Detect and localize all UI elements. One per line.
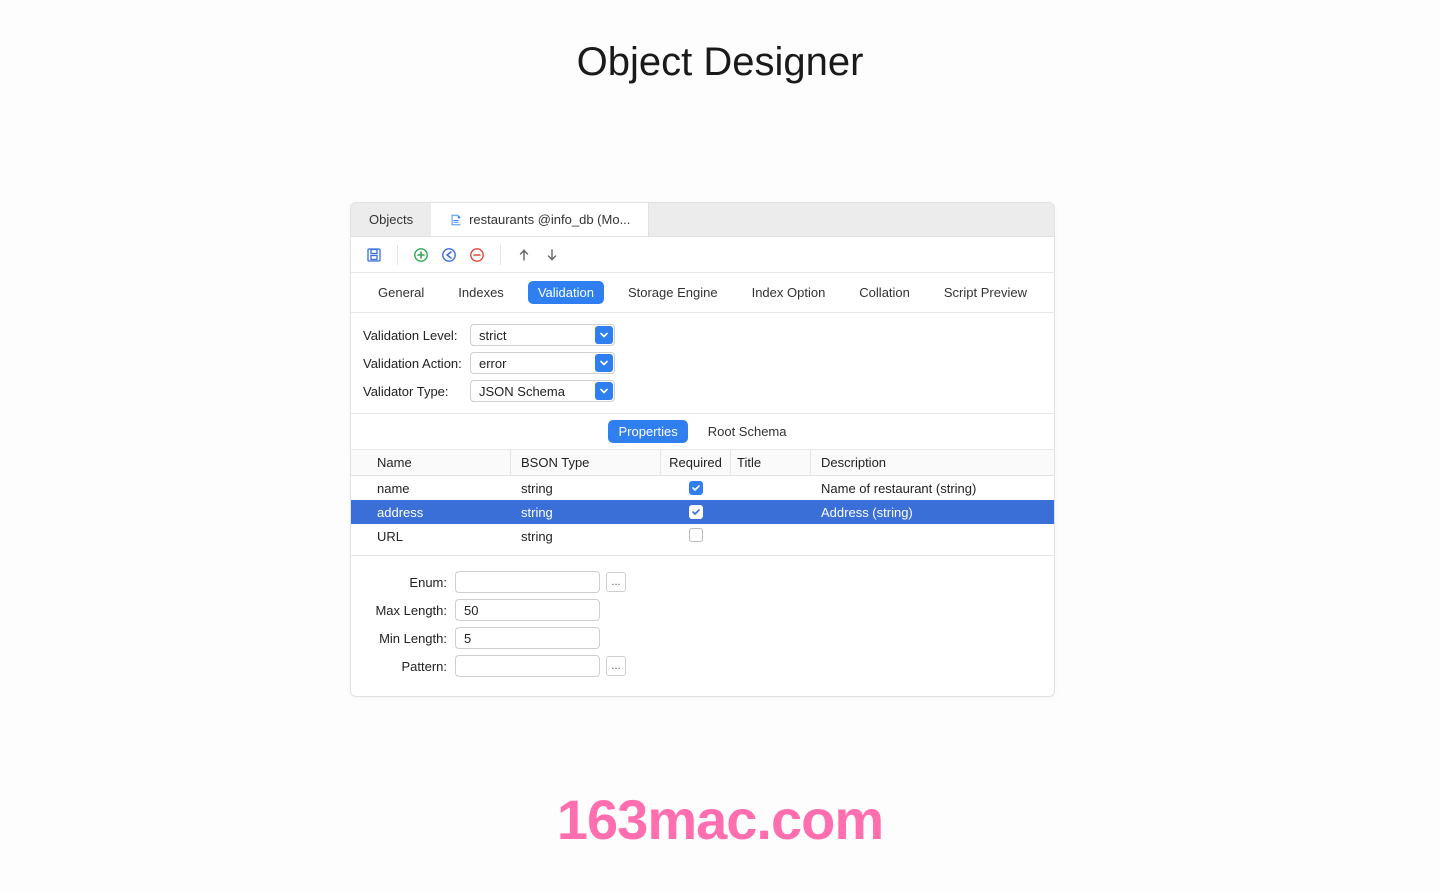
document-icon: [449, 213, 463, 227]
detail-form: Enum: ... Max Length: Min Length: Patter…: [351, 556, 1054, 696]
cell-description: Name of restaurant (string): [811, 481, 1054, 496]
sub-tabs: Properties Root Schema: [351, 414, 1054, 450]
validator-type-label: Validator Type:: [355, 384, 470, 399]
chevron-down-icon[interactable]: [595, 326, 613, 344]
max-length-input[interactable]: [455, 599, 600, 621]
tabstrip: Objects restaurants @info_db (Mo...: [351, 203, 1054, 237]
table-header: Name BSON Type Required Title Descriptio…: [351, 450, 1054, 476]
min-length-label: Min Length:: [357, 631, 455, 646]
cell-required: [661, 528, 731, 545]
toolbar-separator: [397, 245, 398, 265]
tab-objects[interactable]: Objects: [351, 203, 431, 236]
validation-action-input[interactable]: [470, 352, 615, 374]
chevron-down-icon[interactable]: [595, 382, 613, 400]
validation-level-label: Validation Level:: [355, 328, 470, 343]
enum-more-button[interactable]: ...: [606, 572, 626, 592]
col-description[interactable]: Description: [811, 450, 1054, 475]
table-row[interactable]: name string Name of restaurant (string): [351, 476, 1054, 500]
object-designer-window: Objects restaurants @info_db (Mo...: [350, 202, 1055, 697]
tab-storage-engine[interactable]: Storage Engine: [618, 281, 728, 304]
toolbar: [351, 237, 1054, 273]
subtab-root-schema[interactable]: Root Schema: [698, 420, 797, 443]
move-down-button[interactable]: [541, 244, 563, 266]
tab-restaurants-label: restaurants @info_db (Mo...: [469, 212, 630, 227]
tab-collation[interactable]: Collation: [849, 281, 920, 304]
tab-general[interactable]: General: [368, 281, 434, 304]
save-button[interactable]: [363, 244, 385, 266]
tab-restaurants[interactable]: restaurants @info_db (Mo...: [431, 203, 649, 236]
watermark-text: 163mac.com: [0, 787, 1440, 852]
validator-type-select[interactable]: [470, 380, 615, 402]
tab-index-option[interactable]: Index Option: [742, 281, 836, 304]
tab-script-preview[interactable]: Script Preview: [934, 281, 1037, 304]
tab-indexes[interactable]: Indexes: [448, 281, 514, 304]
enum-input[interactable]: [455, 571, 600, 593]
validation-level-input[interactable]: [470, 324, 615, 346]
enum-label: Enum:: [357, 575, 455, 590]
toolbar-separator: [500, 245, 501, 265]
pattern-input[interactable]: [455, 655, 600, 677]
validator-type-input[interactable]: [470, 380, 615, 402]
table-row[interactable]: address string Address (string): [351, 500, 1054, 524]
checkbox-icon[interactable]: [689, 528, 703, 542]
main-tabs: General Indexes Validation Storage Engin…: [351, 273, 1054, 313]
properties-table: Name BSON Type Required Title Descriptio…: [351, 450, 1054, 556]
validation-form: Validation Level: Validation Action: Val…: [351, 313, 1054, 414]
col-name[interactable]: Name: [351, 450, 511, 475]
cell-name: URL: [351, 529, 511, 544]
checkbox-icon[interactable]: [689, 505, 703, 519]
pattern-label: Pattern:: [357, 659, 455, 674]
cell-description: Address (string): [811, 505, 1054, 520]
pattern-more-button[interactable]: ...: [606, 656, 626, 676]
remove-button[interactable]: [466, 244, 488, 266]
tab-objects-label: Objects: [369, 212, 413, 227]
col-title[interactable]: Title: [731, 450, 811, 475]
add-button[interactable]: [410, 244, 432, 266]
min-length-input[interactable]: [455, 627, 600, 649]
page-title: Object Designer: [0, 0, 1440, 85]
validation-action-select[interactable]: [470, 352, 615, 374]
cell-bson: string: [511, 481, 661, 496]
cell-bson: string: [511, 505, 661, 520]
table-row[interactable]: URL string: [351, 524, 1054, 548]
validation-level-select[interactable]: [470, 324, 615, 346]
col-bson[interactable]: BSON Type: [511, 450, 661, 475]
cell-required: [661, 481, 731, 496]
chevron-down-icon[interactable]: [595, 354, 613, 372]
tab-validation[interactable]: Validation: [528, 281, 604, 304]
cell-required: [661, 505, 731, 520]
subtab-properties[interactable]: Properties: [608, 420, 687, 443]
table-padding: [351, 548, 1054, 556]
cell-name: name: [351, 481, 511, 496]
col-required[interactable]: Required: [661, 450, 731, 475]
cell-bson: string: [511, 529, 661, 544]
validation-action-label: Validation Action:: [355, 356, 470, 371]
cell-name: address: [351, 505, 511, 520]
move-up-button[interactable]: [513, 244, 535, 266]
insert-button[interactable]: [438, 244, 460, 266]
max-length-label: Max Length:: [357, 603, 455, 618]
checkbox-icon[interactable]: [689, 481, 703, 495]
